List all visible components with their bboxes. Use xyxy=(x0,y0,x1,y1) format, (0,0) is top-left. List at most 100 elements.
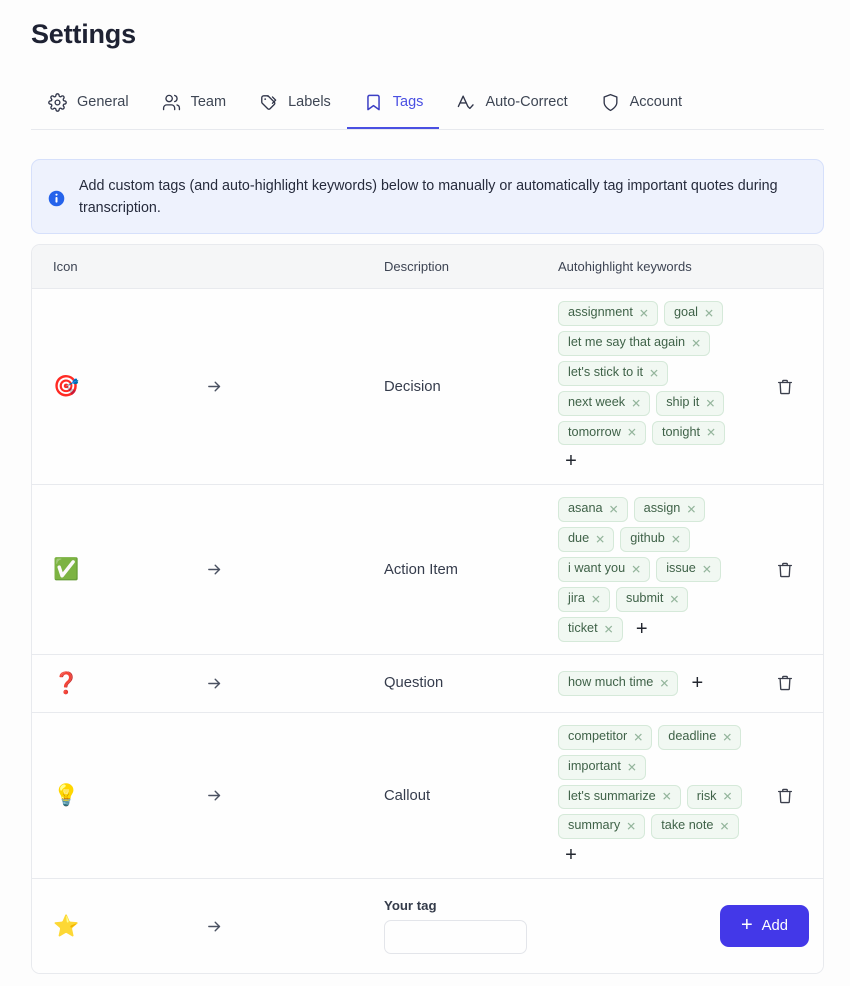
remove-keyword-icon[interactable]: ✕ xyxy=(631,564,641,576)
remove-keyword-icon[interactable]: ✕ xyxy=(722,731,732,743)
tags-table: Icon Description Autohighlight keywords … xyxy=(31,244,824,975)
a-check-icon xyxy=(455,92,476,113)
column-header-icon: Icon xyxy=(53,259,78,274)
keyword-label: how much time xyxy=(568,674,654,689)
remove-keyword-icon[interactable]: ✕ xyxy=(662,791,672,803)
light-bulb-emoji[interactable]: 💡 xyxy=(32,713,206,879)
tab-account[interactable]: Account xyxy=(584,78,698,129)
remove-keyword-icon[interactable]: ✕ xyxy=(627,427,637,439)
delete-tag-button[interactable] xyxy=(747,655,823,712)
add-keyword-icon[interactable]: + xyxy=(560,844,582,866)
keyword-chip[interactable]: assign ✕ xyxy=(633,497,706,523)
tab-label: General xyxy=(77,94,129,111)
keyword-chip[interactable]: jira ✕ xyxy=(558,587,610,612)
keyword-chip[interactable]: important ✕ xyxy=(558,754,646,780)
new-tag-row: ⭐ Your tag + Add xyxy=(32,879,823,974)
remove-keyword-icon[interactable]: ✕ xyxy=(669,593,679,605)
keyword-label: ship it xyxy=(666,394,700,409)
keyword-chip[interactable]: github ✕ xyxy=(620,527,690,553)
new-tag-field-group: Your tag xyxy=(384,879,558,973)
keyword-chip[interactable]: next week ✕ xyxy=(558,390,651,416)
keyword-chip[interactable]: ticket ✕ xyxy=(558,616,623,642)
keyword-chip[interactable]: how much time ✕ xyxy=(558,670,679,696)
remove-keyword-icon[interactable]: ✕ xyxy=(609,504,619,516)
keyword-chip[interactable]: i want you ✕ xyxy=(558,557,651,582)
keyword-label: important xyxy=(568,758,621,773)
arrow-right-icon xyxy=(206,289,384,484)
new-tag-label: Your tag xyxy=(384,898,437,914)
keyword-chip[interactable]: let's summarize ✕ xyxy=(558,784,681,810)
table-row: ✅ Action Item asana ✕ assign ✕ due ✕ github… xyxy=(32,485,823,655)
remove-keyword-icon[interactable]: ✕ xyxy=(723,791,733,803)
remove-keyword-icon[interactable]: ✕ xyxy=(649,367,659,379)
keyword-chip[interactable]: assignment ✕ xyxy=(558,301,658,326)
add-tag-button[interactable]: + Add xyxy=(719,905,809,948)
tab-labels[interactable]: Labels xyxy=(242,78,347,129)
delete-tag-button[interactable] xyxy=(747,713,823,879)
add-tag-cell: + Add xyxy=(558,879,823,973)
keyword-chip-list: assignment ✕ goal ✕ let me say that again ✕… xyxy=(558,301,743,472)
keyword-chip[interactable]: risk ✕ xyxy=(686,784,742,810)
page-title: Settings xyxy=(31,19,136,49)
keyword-chip[interactable]: asana ✕ xyxy=(558,497,628,523)
remove-keyword-icon[interactable]: ✕ xyxy=(626,821,636,833)
keyword-label: submit xyxy=(625,591,664,605)
remove-keyword-icon[interactable]: ✕ xyxy=(671,534,681,546)
keyword-chip[interactable]: let's stick to it ✕ xyxy=(558,360,669,386)
keyword-chip[interactable]: summary ✕ xyxy=(558,814,646,840)
keyword-chip[interactable]: submit ✕ xyxy=(615,587,689,612)
table-row: ❓ Question how much time ✕ + xyxy=(32,654,823,713)
remove-keyword-icon[interactable]: ✕ xyxy=(631,397,641,409)
add-keyword-icon[interactable]: + xyxy=(560,450,582,472)
keyword-chip[interactable]: take note ✕ xyxy=(651,814,739,840)
keyword-chip-list: competitor ✕ deadline ✕ important ✕ let's s… xyxy=(558,724,743,867)
keyword-chip[interactable]: ship it ✕ xyxy=(656,390,725,416)
delete-tag-button[interactable] xyxy=(747,289,823,484)
keywords-cell: how much time ✕ + xyxy=(558,655,747,712)
keyword-label: tonight xyxy=(661,424,701,439)
tab-general[interactable]: General xyxy=(31,78,145,129)
remove-keyword-icon[interactable]: ✕ xyxy=(591,593,601,605)
remove-keyword-icon[interactable]: ✕ xyxy=(639,307,649,319)
remove-keyword-icon[interactable]: ✕ xyxy=(659,677,669,689)
keyword-label: assignment xyxy=(568,305,633,319)
add-keyword-icon[interactable]: + xyxy=(686,672,708,694)
tag-description: Decision xyxy=(384,378,441,395)
table-row: 🎯 Decision assignment ✕ goal ✕ let me say … xyxy=(32,289,823,486)
remove-keyword-icon[interactable]: ✕ xyxy=(704,307,714,319)
keyword-chip[interactable]: tonight ✕ xyxy=(651,420,726,446)
check-mark-emoji[interactable]: ✅ xyxy=(32,485,206,653)
arrow-right-icon xyxy=(206,655,384,712)
remove-keyword-icon[interactable]: ✕ xyxy=(705,397,715,409)
remove-keyword-icon[interactable]: ✕ xyxy=(595,534,605,546)
keyword-chip[interactable]: tomorrow ✕ xyxy=(558,420,646,446)
remove-keyword-icon[interactable]: ✕ xyxy=(702,564,712,576)
remove-keyword-icon[interactable]: ✕ xyxy=(706,427,716,439)
tab-tags[interactable]: Tags xyxy=(346,78,440,129)
new-tag-input[interactable] xyxy=(384,920,527,955)
keyword-chip[interactable]: goal ✕ xyxy=(663,301,724,326)
add-keyword-icon[interactable]: + xyxy=(631,618,653,640)
keyword-chip[interactable]: competitor ✕ xyxy=(558,724,653,750)
remove-keyword-icon[interactable]: ✕ xyxy=(633,731,643,743)
tab-team[interactable]: Team xyxy=(145,78,242,129)
remove-keyword-icon[interactable]: ✕ xyxy=(604,623,614,635)
remove-keyword-icon[interactable]: ✕ xyxy=(627,761,637,773)
keyword-chip[interactable]: due ✕ xyxy=(558,527,615,553)
tab-auto-correct[interactable]: Auto-Correct xyxy=(439,78,583,129)
settings-page: Settings General Team Labels Tags Auto-C… xyxy=(0,0,850,986)
keyword-chip[interactable]: issue ✕ xyxy=(656,557,721,582)
remove-keyword-icon[interactable]: ✕ xyxy=(719,821,729,833)
tag-description: Callout xyxy=(384,787,431,804)
tab-label: Tags xyxy=(392,94,424,111)
keyword-chip[interactable]: let me say that again ✕ xyxy=(558,330,711,356)
star-emoji[interactable]: ⭐ xyxy=(32,879,206,973)
question-mark-emoji[interactable]: ❓ xyxy=(32,655,206,712)
remove-keyword-icon[interactable]: ✕ xyxy=(686,504,696,516)
delete-tag-button[interactable] xyxy=(747,485,823,653)
target-emoji[interactable]: 🎯 xyxy=(32,289,206,484)
remove-keyword-icon[interactable]: ✕ xyxy=(691,337,701,349)
gear-icon xyxy=(47,92,68,113)
keyword-label: competitor xyxy=(568,728,628,743)
keyword-chip[interactable]: deadline ✕ xyxy=(658,724,742,750)
